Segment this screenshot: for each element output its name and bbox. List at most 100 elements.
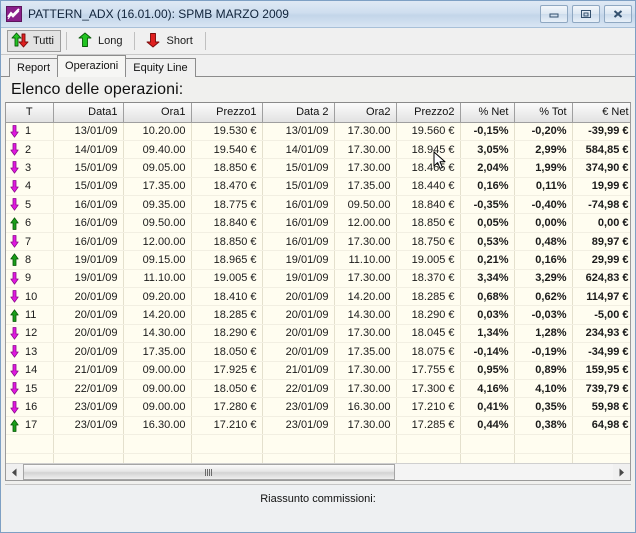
cell-eur-net: 624,83 €: [572, 269, 630, 289]
table-row[interactable]: 12 20/01/09 14.30.00 18.290 €20/01/09 17.30.…: [6, 324, 630, 344]
horizontal-scrollbar[interactable]: [6, 463, 630, 480]
table-row[interactable]: 8 19/01/09 09.15.00 18.965 €19/01/09 11.10.0…: [6, 250, 630, 270]
table-row[interactable]: 6 16/01/09 09.50.00 18.840 €16/01/09 12.00.0…: [6, 213, 630, 233]
close-icon: [613, 10, 623, 18]
table-row[interactable]: 11 20/01/09 14.20.00 18.285 €20/01/09 14.30.…: [6, 305, 630, 325]
cell-data2: 19/01/09: [262, 250, 335, 270]
cell-direction: 12: [6, 324, 54, 344]
table-row[interactable]: 14 21/01/09 09.00.00 17.925 €21/01/09 17.30.…: [6, 361, 630, 380]
cell-ora2: 17.30.00: [334, 158, 397, 178]
cell-ora1: 17.35.00: [123, 342, 192, 362]
tab-strip: Report Operazioni Equity Line: [1, 55, 635, 77]
cell-pct-tot: 0,11%: [514, 177, 573, 197]
cell-data2: 13/01/09: [262, 122, 335, 141]
col-header-prezzo1[interactable]: Prezzo1: [191, 103, 263, 123]
cell-eur-net: -5,00 €: [572, 305, 630, 325]
table-row[interactable]: 13 20/01/09 17.35.00 18.050 €20/01/09 17.35.…: [6, 342, 630, 362]
cell-empty: [572, 453, 630, 463]
cell-pct-net: -0,15%: [460, 122, 515, 141]
cell-ora1: 14.20.00: [123, 305, 192, 325]
col-header-t[interactable]: T: [6, 103, 54, 123]
close-button[interactable]: [604, 5, 632, 23]
cell-ora2: 17.30.00: [334, 269, 397, 289]
toolbar-separator: [66, 32, 67, 50]
col-header-ora1[interactable]: Ora1: [123, 103, 192, 123]
cell-empty: [460, 453, 515, 463]
row-number: 4: [25, 180, 32, 193]
table-row[interactable]: 9 19/01/09 11.10.00 19.005 €19/01/09 17.30.0…: [6, 269, 630, 289]
cell-empty: [396, 434, 461, 454]
cell-pct-net: 0,44%: [460, 416, 515, 436]
col-header-ora2[interactable]: Ora2: [334, 103, 397, 123]
table-row[interactable]: 17 23/01/09 16.30.00 17.210 €23/01/09 17.30.…: [6, 416, 630, 436]
cell-direction: 6: [6, 213, 54, 233]
tab-operazioni[interactable]: Operazioni: [57, 55, 127, 77]
table-row-empty: [6, 434, 630, 454]
toolbar-button-long[interactable]: Long: [72, 30, 129, 52]
short-arrow-icon: [10, 124, 19, 138]
table-row[interactable]: 10 20/01/09 09.20.00 18.410 €20/01/09 14.20.…: [6, 287, 630, 307]
col-header-pct-net[interactable]: % Net: [460, 103, 515, 123]
scrollbar-thumb[interactable]: [23, 464, 395, 480]
cell-eur-net: 19,99 €: [572, 177, 630, 197]
cell-data1: 21/01/09: [53, 361, 124, 380]
table-row[interactable]: 16 23/01/09 09.00.00 17.280 €23/01/09 16.30.…: [6, 397, 630, 417]
table-row[interactable]: 7 16/01/09 12.00.00 18.850 €16/01/09 17.30.0…: [6, 232, 630, 252]
cell-empty: [53, 453, 124, 463]
cell-prezzo1: 18.470 €: [191, 177, 263, 197]
minimize-button[interactable]: [540, 5, 568, 23]
table-row[interactable]: 5 16/01/09 09.35.00 18.775 €16/01/09 09.50.0…: [6, 195, 630, 215]
col-header-data1[interactable]: Data1: [53, 103, 124, 123]
cell-pct-tot: 0,62%: [514, 287, 573, 307]
cell-ora1: 11.10.00: [123, 269, 192, 289]
toolbar-button-tutti[interactable]: Tutti: [7, 30, 61, 52]
scroll-right-arrow-icon[interactable]: [613, 464, 630, 480]
cell-direction: 15: [6, 379, 54, 399]
cell-eur-net: -34,99 €: [572, 342, 630, 362]
cell-ora2: 17.30.00: [334, 416, 397, 436]
cell-prezzo1: 18.775 €: [191, 195, 263, 215]
chart-line-icon: [6, 6, 22, 22]
row-number: 6: [25, 217, 32, 230]
cell-eur-net: -74,98 €: [572, 195, 630, 215]
table-row[interactable]: 2 14/01/09 09.40.00 19.540 €14/01/09 17.30.0…: [6, 140, 630, 160]
cell-ora1: 16.30.00: [123, 416, 192, 436]
cell-eur-net: 89,97 €: [572, 232, 630, 252]
cell-prezzo1: 18.840 €: [191, 213, 263, 233]
table-row[interactable]: 1 13/01/09 10.20.00 19.530 €13/01/09 17.30.0…: [6, 122, 630, 141]
cell-ora1: 09.50.00: [123, 213, 192, 233]
cell-pct-tot: -0,03%: [514, 305, 573, 325]
table-row[interactable]: 15 22/01/09 09.00.00 18.050 €22/01/09 17.30.…: [6, 379, 630, 399]
scrollbar-track[interactable]: [23, 464, 613, 480]
page-title: Elenco delle operazioni:: [11, 81, 184, 98]
table-row[interactable]: 3 15/01/09 09.05.00 18.850 €15/01/09 17.30.0…: [6, 158, 630, 178]
col-header-pct-tot[interactable]: % Tot: [514, 103, 573, 123]
table-row[interactable]: 4 15/01/09 17.35.00 18.470 €15/01/09 17.35.0…: [6, 177, 630, 197]
long-arrow-icon: [10, 253, 19, 267]
row-number: 5: [25, 198, 32, 211]
cell-ora1: 09.00.00: [123, 397, 192, 417]
cell-ora2: 17.35.00: [334, 342, 397, 362]
cell-direction: 2: [6, 140, 54, 160]
up-down-arrow-icon: [11, 32, 29, 51]
tab-report[interactable]: Report: [9, 58, 59, 77]
scroll-left-arrow-icon[interactable]: [6, 464, 23, 480]
cell-pct-net: 0,68%: [460, 287, 515, 307]
maximize-button[interactable]: [572, 5, 600, 23]
col-header-data2[interactable]: Data 2: [262, 103, 335, 123]
toolbar-label-long: Long: [98, 35, 123, 47]
cell-data1: 19/01/09: [53, 269, 124, 289]
toolbar-label-tutti: Tutti: [33, 35, 54, 47]
cell-prezzo2: 18.440 €: [396, 177, 461, 197]
col-header-prezzo2[interactable]: Prezzo2: [396, 103, 461, 123]
tab-equity-line[interactable]: Equity Line: [125, 58, 196, 77]
col-header-eur-net[interactable]: € Net: [572, 103, 630, 123]
cell-empty: [334, 434, 397, 454]
toolbar-button-short[interactable]: Short: [140, 30, 199, 52]
cell-data1: 14/01/09: [53, 140, 124, 160]
row-number: 7: [25, 235, 32, 248]
cell-ora2: 14.30.00: [334, 305, 397, 325]
long-arrow-icon: [10, 308, 19, 322]
cell-ora2: 12.00.00: [334, 213, 397, 233]
cell-ora2: 14.20.00: [334, 287, 397, 307]
